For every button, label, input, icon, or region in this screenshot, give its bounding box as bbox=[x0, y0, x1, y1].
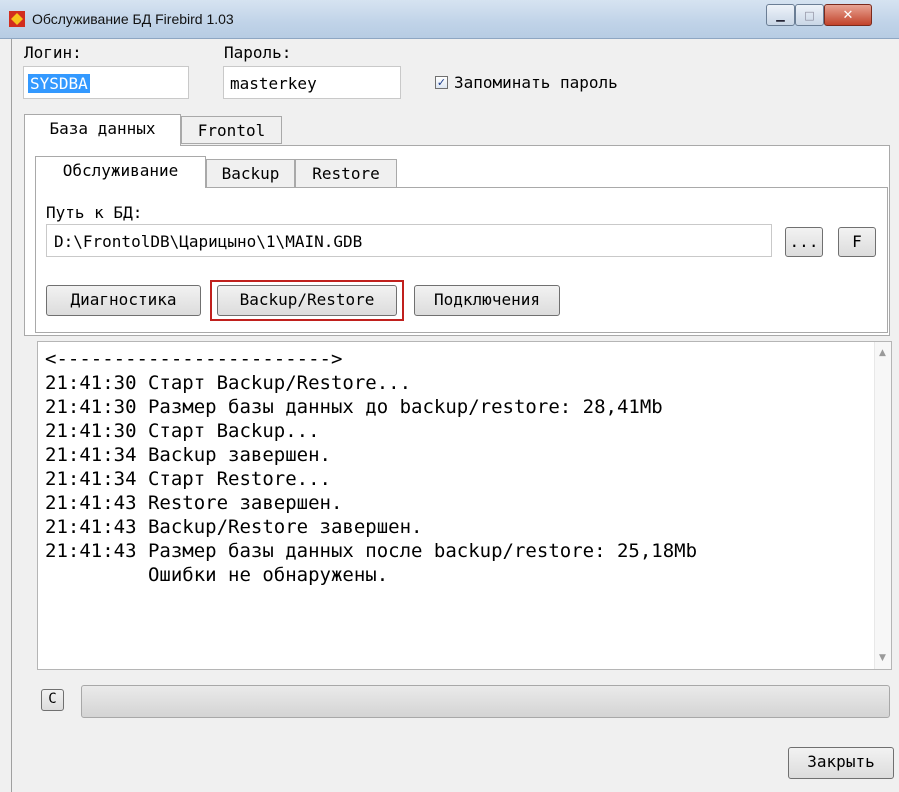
backup-restore-button[interactable]: Backup/Restore bbox=[217, 285, 397, 316]
connections-button[interactable]: Подключения bbox=[414, 285, 560, 316]
close-button[interactable]: Закрыть bbox=[788, 747, 894, 779]
log-output[interactable]: <------------------------> 21:41:30 Стар… bbox=[37, 341, 892, 670]
remember-password-label: Запоминать пароль bbox=[454, 73, 618, 92]
scroll-up-arrow-icon[interactable]: ▲ bbox=[879, 348, 886, 358]
tab-backup[interactable]: Backup bbox=[206, 159, 295, 188]
tab-restore[interactable]: Restore bbox=[295, 159, 397, 188]
log-line: 21:41:43 Backup/Restore завершен. bbox=[45, 516, 423, 538]
clear-button[interactable]: C bbox=[41, 689, 64, 711]
window-title: Обслуживание БД Firebird 1.03 bbox=[32, 11, 234, 27]
log-line: 21:41:30 Старт Backup/Restore... bbox=[45, 372, 412, 394]
log-line: Ошибки не обнаружены. bbox=[45, 564, 389, 586]
login-value: SYSDBA bbox=[28, 74, 90, 93]
db-path-field[interactable]: D:\FrontolDB\Царицыно\1\MAIN.GDB bbox=[46, 224, 772, 257]
tab-maintenance[interactable]: Обслуживание bbox=[35, 156, 206, 188]
progress-bar bbox=[81, 685, 890, 718]
log-line: 21:41:43 Restore завершен. bbox=[45, 492, 343, 514]
firebird-app-icon bbox=[9, 11, 25, 27]
password-field[interactable]: masterkey bbox=[223, 66, 401, 99]
scroll-down-arrow-icon[interactable]: ▼ bbox=[879, 653, 886, 663]
diagnostics-button[interactable]: Диагностика bbox=[46, 285, 201, 316]
log-line: 21:41:34 Старт Restore... bbox=[45, 468, 331, 490]
log-scrollbar[interactable]: ▲ ▼ bbox=[874, 342, 891, 669]
remember-password-checkbox[interactable]: ✓ bbox=[435, 76, 448, 89]
minimize-button[interactable]: ▁ bbox=[766, 4, 795, 26]
title-bar[interactable]: Обслуживание БД Firebird 1.03 ▁ □ ✕ bbox=[0, 0, 899, 39]
log-line: 21:41:43 Размер базы данных после backup… bbox=[45, 540, 698, 562]
db-path-value: D:\FrontolDB\Царицыно\1\MAIN.GDB bbox=[54, 232, 363, 251]
f-button[interactable]: F bbox=[838, 227, 876, 257]
login-label: Логин: bbox=[24, 43, 82, 62]
login-field[interactable]: SYSDBA bbox=[23, 66, 189, 99]
window-client-area: Логин: SYSDBA Пароль: masterkey ✓ Запоми… bbox=[11, 39, 899, 792]
maximize-button[interactable]: □ bbox=[795, 4, 824, 26]
tab-database[interactable]: База данных bbox=[24, 114, 181, 146]
browse-button[interactable]: ... bbox=[785, 227, 823, 257]
password-value: masterkey bbox=[230, 74, 317, 93]
log-line: 21:41:34 Backup завершен. bbox=[45, 444, 331, 466]
log-line: 21:41:30 Старт Backup... bbox=[45, 420, 320, 442]
log-line: 21:41:30 Размер базы данных до backup/re… bbox=[45, 396, 663, 418]
close-window-button[interactable]: ✕ bbox=[824, 4, 872, 26]
log-line: <------------------------> bbox=[45, 348, 343, 370]
password-label: Пароль: bbox=[224, 43, 292, 62]
db-path-label: Путь к БД: bbox=[46, 203, 143, 222]
tab-frontol[interactable]: Frontol bbox=[181, 116, 282, 144]
checkmark-icon: ✓ bbox=[436, 76, 447, 89]
